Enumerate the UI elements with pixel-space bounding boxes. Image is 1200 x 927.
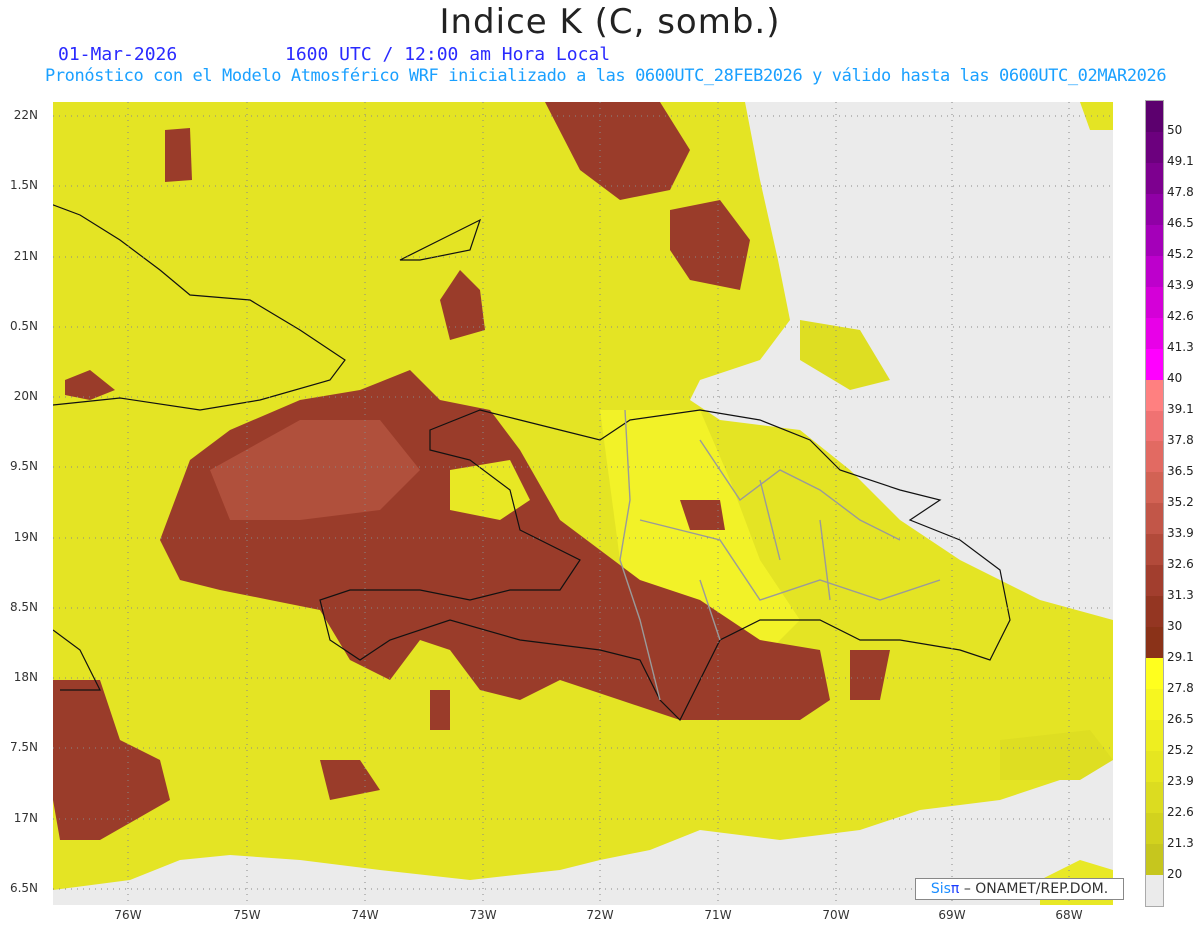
- colorbar-label: 41.3: [1167, 340, 1194, 354]
- colorbar-label: 46.5: [1167, 216, 1194, 230]
- credit-box: Sisπ – ONAMET/REP.DOM.: [915, 878, 1124, 900]
- lon-label: 76W: [114, 908, 142, 922]
- colorbar-label: 21.3: [1167, 836, 1194, 850]
- lon-label: 75W: [233, 908, 261, 922]
- colorbar-label: 50: [1167, 123, 1183, 137]
- credit-onamet: – ONAMET/REP.DOM.: [963, 881, 1109, 897]
- colorbar-label: 29.1: [1167, 650, 1194, 664]
- lat-label: 21N: [13, 249, 38, 263]
- colorbar-swatch: [1146, 131, 1163, 163]
- lat-label: 1.5N: [9, 178, 38, 192]
- colorbar-swatch: [1146, 472, 1163, 504]
- colorbar-swatch: [1146, 720, 1163, 752]
- lat-label: 17N: [13, 811, 38, 825]
- colorbar-label: 27.8: [1167, 681, 1194, 695]
- colorbar-swatch: [1146, 379, 1163, 411]
- colorbar-label: 42.6: [1167, 309, 1194, 323]
- lon-label: 73W: [469, 908, 497, 922]
- lat-label: 19N: [13, 530, 38, 544]
- colorbar-swatch: [1146, 224, 1163, 256]
- colorbar-label: 32.6: [1167, 557, 1194, 571]
- colorbar-label: 20: [1167, 867, 1183, 881]
- colorbar-swatch: [1146, 565, 1163, 597]
- lon-label: 68W: [1055, 908, 1083, 922]
- colorbar-label: 33.9: [1167, 526, 1194, 540]
- colorbar-label: 35.2: [1167, 495, 1194, 509]
- colorbar: [1145, 100, 1164, 907]
- colorbar-label: 40: [1167, 371, 1183, 385]
- lat-label: 22N: [13, 108, 38, 122]
- colorbar-swatch: [1146, 441, 1163, 473]
- colorbar-swatch: [1146, 596, 1163, 628]
- k-index-map: [53, 102, 1113, 905]
- colorbar-swatch: [1146, 627, 1163, 659]
- colorbar-swatch: [1146, 286, 1163, 318]
- lon-label: 74W: [351, 908, 379, 922]
- colorbar-label: 30: [1167, 619, 1183, 633]
- colorbar-label: 22.6: [1167, 805, 1194, 819]
- colorbar-label: 23.9: [1167, 774, 1194, 788]
- colorbar-label: 43.9: [1167, 278, 1194, 292]
- colorbar-swatch: [1146, 751, 1163, 782]
- colorbar-swatch: [1146, 255, 1163, 287]
- colorbar-label: 26.5: [1167, 712, 1194, 726]
- colorbar-label: 45.2: [1167, 247, 1194, 261]
- colorbar-label: 39.1: [1167, 402, 1194, 416]
- colorbar-swatch: [1146, 658, 1163, 690]
- brown-region: [165, 128, 192, 182]
- colorbar-swatch: [1146, 874, 1163, 906]
- lat-label: 0.5N: [9, 319, 38, 333]
- colorbar-swatch: [1146, 348, 1163, 380]
- colorbar-swatch: [1146, 101, 1163, 132]
- colorbar-swatch: [1146, 781, 1163, 813]
- lat-label: 7.5N: [9, 740, 38, 754]
- credit-pi: π: [950, 881, 960, 897]
- colorbar-swatch: [1146, 843, 1163, 875]
- colorbar-label: 31.3: [1167, 588, 1194, 602]
- lat-label: 9.5N: [9, 459, 38, 473]
- colorbar-label: 25.2: [1167, 743, 1194, 757]
- lon-label: 71W: [704, 908, 732, 922]
- colorbar-swatch: [1146, 812, 1163, 844]
- lon-label: 69W: [938, 908, 966, 922]
- lat-label: 20N: [13, 389, 38, 403]
- brown-region: [430, 690, 450, 730]
- colorbar-label: 37.8: [1167, 433, 1194, 447]
- colorbar-label: 47.8: [1167, 185, 1194, 199]
- colorbar-swatch: [1146, 162, 1163, 194]
- colorbar-swatch: [1146, 317, 1163, 349]
- colorbar-swatch: [1146, 193, 1163, 225]
- colorbar-swatch: [1146, 534, 1163, 566]
- lat-label: 8.5N: [9, 600, 38, 614]
- colorbar-swatch: [1146, 689, 1163, 721]
- colorbar-label: 49.1: [1167, 154, 1194, 168]
- colorbar-swatch: [1146, 410, 1163, 442]
- colorbar-label: 36.5: [1167, 464, 1194, 478]
- lon-label: 72W: [586, 908, 614, 922]
- lat-label: 6.5N: [9, 881, 38, 895]
- colorbar-swatch: [1146, 503, 1163, 535]
- lat-label: 18N: [13, 670, 38, 684]
- credit-sis: Sis: [930, 881, 951, 897]
- lon-label: 70W: [822, 908, 850, 922]
